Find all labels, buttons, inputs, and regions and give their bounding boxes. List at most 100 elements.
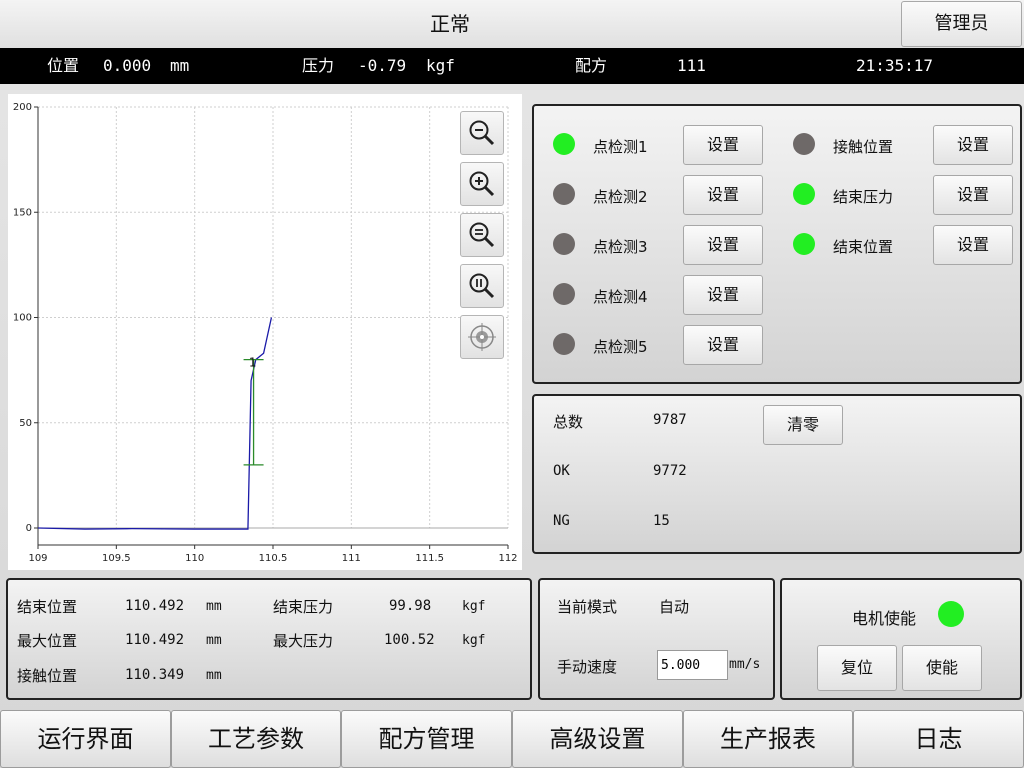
total-label: 总数 bbox=[553, 413, 584, 431]
end-force-label: 结束压力 bbox=[833, 188, 894, 206]
contact-position-result-label: 接触位置 bbox=[17, 667, 78, 685]
manual-speed-label: 手动速度 bbox=[557, 658, 618, 676]
position-value: 0.000 bbox=[103, 56, 152, 75]
x-tick-label: 111.5 bbox=[415, 553, 444, 564]
manual-speed-unit: mm/s bbox=[729, 657, 761, 672]
clear-count-button[interactable]: 清零 bbox=[763, 405, 843, 445]
position-label: 位置 bbox=[47, 56, 80, 75]
point-detect-4-label: 点检测4 bbox=[593, 288, 648, 306]
point-detect-3-set-button[interactable]: 设置 bbox=[683, 225, 763, 265]
total-value: 9787 bbox=[653, 412, 687, 428]
position-unit: mm bbox=[170, 56, 190, 75]
end-force-result-unit: kgf bbox=[462, 599, 486, 614]
status-title: 正常 bbox=[430, 12, 470, 36]
crosshair-icon bbox=[468, 323, 496, 351]
point-detect-5-set-button[interactable]: 设置 bbox=[683, 325, 763, 365]
y-tick-label: 50 bbox=[19, 418, 32, 429]
nav-run-screen[interactable]: 运行界面 bbox=[0, 710, 171, 768]
recipe-label: 配方 bbox=[575, 56, 608, 75]
ng-label: NG bbox=[553, 513, 570, 529]
x-tick-label: 111 bbox=[342, 553, 361, 564]
chart-canvas: 109 109.5 110 110.5 111 111.5 112 0 50 100 150 200 1 bbox=[13, 102, 518, 564]
x-tick-label: 110 bbox=[185, 553, 204, 564]
end-position-result-unit: mm bbox=[206, 599, 222, 614]
max-force-label: 最大压力 bbox=[273, 632, 334, 650]
point-detect-4-led bbox=[553, 283, 575, 305]
zoom-in-icon bbox=[469, 171, 495, 197]
y-tick-label: 200 bbox=[13, 102, 32, 113]
nav-production-report[interactable]: 生产报表 bbox=[683, 710, 853, 768]
motor-enable-led bbox=[938, 601, 964, 627]
marker-annotation: 1 bbox=[249, 356, 257, 370]
end-force-set-button[interactable]: 设置 bbox=[933, 175, 1013, 215]
end-position-label: 结束位置 bbox=[833, 238, 894, 256]
end-position-result-value: 110.492 bbox=[125, 598, 185, 614]
y-tick-label: 100 bbox=[13, 313, 32, 324]
nav-process-params[interactable]: 工艺参数 bbox=[171, 710, 341, 768]
ok-value: 9772 bbox=[653, 463, 687, 479]
crosshair-button[interactable] bbox=[460, 315, 504, 359]
manual-speed-input[interactable] bbox=[657, 650, 728, 680]
ok-label: OK bbox=[553, 463, 570, 479]
zoom-out-button[interactable] bbox=[460, 111, 504, 155]
force-position-chart: 109 109.5 110 110.5 111 111.5 112 0 50 100 150 200 1 bbox=[8, 94, 522, 570]
end-position-set-button[interactable]: 设置 bbox=[933, 225, 1013, 265]
zoom-reset-button[interactable] bbox=[460, 213, 504, 257]
motor-enable-label: 电机使能 bbox=[852, 609, 917, 628]
detection-panel: 点检测1 设置 点检测2 设置 点检测3 设置 点检测4 设置 点检测5 设置 … bbox=[532, 104, 1022, 384]
point-detect-1-set-button[interactable]: 设置 bbox=[683, 125, 763, 165]
reset-button[interactable]: 复位 bbox=[817, 645, 897, 691]
max-position-unit: mm bbox=[206, 633, 222, 648]
x-tick-label: 110.5 bbox=[259, 553, 288, 564]
end-force-result-value: 99.98 bbox=[389, 598, 432, 614]
point-detect-2-led bbox=[553, 183, 575, 205]
end-position-led bbox=[793, 233, 815, 255]
contact-position-set-button[interactable]: 设置 bbox=[933, 125, 1013, 165]
zoom-in-button[interactable] bbox=[460, 162, 504, 206]
point-detect-1-label: 点检测1 bbox=[593, 138, 648, 156]
x-tick-label: 109.5 bbox=[102, 553, 131, 564]
clock: 21:35:17 bbox=[856, 56, 934, 75]
enable-button[interactable]: 使能 bbox=[902, 645, 982, 691]
contact-position-result-unit: mm bbox=[206, 668, 222, 683]
contact-position-result-value: 110.349 bbox=[125, 667, 185, 683]
zoom-pause-button[interactable] bbox=[460, 264, 504, 308]
end-position-result-label: 结束位置 bbox=[17, 598, 78, 616]
zoom-out-icon bbox=[469, 120, 495, 146]
point-detect-3-led bbox=[553, 233, 575, 255]
result-panel: 结束位置 110.492 mm 最大位置 110.492 mm 接触位置 110… bbox=[6, 578, 532, 700]
motor-panel: 电机使能 复位 使能 bbox=[780, 578, 1022, 700]
point-detect-5-led bbox=[553, 333, 575, 355]
status-bar: 位置 0.000 mm 压力 -0.79 kgf 配方 111 21:35:17 bbox=[0, 48, 1024, 84]
force-unit: kgf bbox=[426, 56, 455, 75]
zoom-pause-icon bbox=[469, 273, 495, 299]
point-detect-2-label: 点检测2 bbox=[593, 188, 648, 206]
series-line bbox=[37, 317, 273, 530]
nav-log[interactable]: 日志 bbox=[853, 710, 1024, 768]
x-tick-label: 112 bbox=[498, 553, 517, 564]
force-label: 压力 bbox=[302, 56, 335, 75]
max-force-value: 100.52 bbox=[384, 632, 435, 648]
y-tick-label: 150 bbox=[13, 207, 32, 218]
force-value: -0.79 bbox=[358, 56, 407, 75]
mode-panel: 当前模式 自动 手动速度 mm/s bbox=[538, 578, 775, 700]
mode-label: 当前模式 bbox=[557, 598, 618, 616]
nav-recipe-management[interactable]: 配方管理 bbox=[341, 710, 512, 768]
ng-value: 15 bbox=[653, 513, 670, 529]
end-force-result-label: 结束压力 bbox=[273, 598, 334, 616]
max-force-unit: kgf bbox=[462, 633, 486, 648]
point-detect-2-set-button[interactable]: 设置 bbox=[683, 175, 763, 215]
x-tick-label: 109 bbox=[28, 553, 47, 564]
end-force-led bbox=[793, 183, 815, 205]
max-position-label: 最大位置 bbox=[17, 632, 78, 650]
contact-position-led bbox=[793, 133, 815, 155]
point-detect-4-set-button[interactable]: 设置 bbox=[683, 275, 763, 315]
recipe-value: 111 bbox=[677, 56, 706, 75]
admin-button[interactable]: 管理员 bbox=[901, 1, 1022, 47]
max-position-value: 110.492 bbox=[125, 632, 185, 648]
point-detect-5-label: 点检测5 bbox=[593, 338, 648, 356]
count-panel: 总数 9787 OK 9772 NG 15 清零 bbox=[532, 394, 1022, 554]
y-tick-label: 0 bbox=[26, 523, 32, 534]
point-detect-3-label: 点检测3 bbox=[593, 238, 648, 256]
nav-advanced-settings[interactable]: 高级设置 bbox=[512, 710, 683, 768]
